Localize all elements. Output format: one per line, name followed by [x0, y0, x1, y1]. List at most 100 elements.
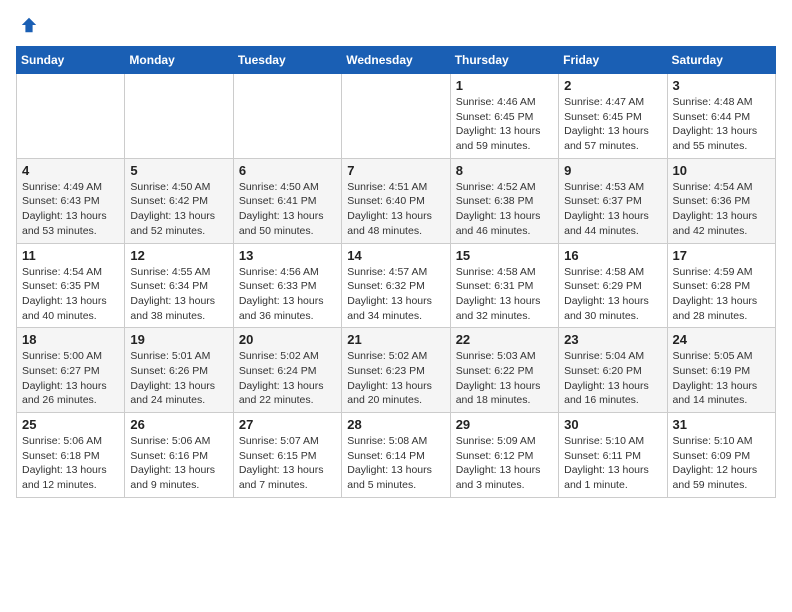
day-info: Sunrise: 4:49 AM Sunset: 6:43 PM Dayligh… — [22, 180, 119, 239]
day-number: 20 — [239, 332, 336, 347]
day-number: 9 — [564, 163, 661, 178]
calendar-header: SundayMondayTuesdayWednesdayThursdayFrid… — [17, 47, 776, 74]
calendar-cell: 7 Sunrise: 4:51 AM Sunset: 6:40 PM Daylig… — [342, 158, 450, 243]
day-info: Sunrise: 4:57 AM Sunset: 6:32 PM Dayligh… — [347, 265, 444, 324]
day-info: Sunrise: 4:50 AM Sunset: 6:41 PM Dayligh… — [239, 180, 336, 239]
calendar-cell: 25Sunrise: 5:06 AM Sunset: 6:18 PM Dayli… — [17, 413, 125, 498]
day-info: Sunrise: 4:58 AM Sunset: 6:31 PM Dayligh… — [456, 265, 553, 324]
day-info: Sunrise: 5:00 AM Sunset: 6:27 PM Dayligh… — [22, 349, 119, 408]
day-number: 25 — [22, 417, 119, 432]
day-info: Sunrise: 4:56 AM Sunset: 6:33 PM Dayligh… — [239, 265, 336, 324]
calendar-cell: 15 Sunrise: 4:58 AM Sunset: 6:31 PM Dayli… — [450, 243, 558, 328]
calendar-cell: 10 Sunrise: 4:54 AM Sunset: 6:36 PM Dayli… — [667, 158, 775, 243]
day-number: 13 — [239, 248, 336, 263]
day-info: Sunrise: 5:09 AM Sunset: 6:12 PM Dayligh… — [456, 434, 553, 493]
day-info: Sunrise: 5:05 AM Sunset: 6:19 PM Dayligh… — [673, 349, 770, 408]
day-number: 26 — [130, 417, 227, 432]
weekday-header-thursday: Thursday — [450, 47, 558, 74]
day-info: Sunrise: 4:52 AM Sunset: 6:38 PM Dayligh… — [456, 180, 553, 239]
day-info: Sunrise: 4:51 AM Sunset: 6:40 PM Dayligh… — [347, 180, 444, 239]
day-info: Sunrise: 5:10 AM Sunset: 6:09 PM Dayligh… — [673, 434, 770, 493]
day-info: Sunrise: 5:02 AM Sunset: 6:24 PM Dayligh… — [239, 349, 336, 408]
day-number: 8 — [456, 163, 553, 178]
calendar-cell: 30Sunrise: 5:10 AM Sunset: 6:11 PM Dayli… — [559, 413, 667, 498]
calendar-cell: 11 Sunrise: 4:54 AM Sunset: 6:35 PM Dayli… — [17, 243, 125, 328]
day-number: 2 — [564, 78, 661, 93]
weekday-header-sunday: Sunday — [17, 47, 125, 74]
calendar-cell: 13 Sunrise: 4:56 AM Sunset: 6:33 PM Dayli… — [233, 243, 341, 328]
weekday-header-monday: Monday — [125, 47, 233, 74]
calendar-cell: 27 Sunrise: 5:07 AM Sunset: 6:15 PM Dayli… — [233, 413, 341, 498]
day-number: 27 — [239, 417, 336, 432]
day-number: 17 — [673, 248, 770, 263]
calendar-cell: 19 Sunrise: 5:01 AM Sunset: 6:26 PM Dayli… — [125, 328, 233, 413]
day-number: 31 — [673, 417, 770, 432]
week-row-5: 25Sunrise: 5:06 AM Sunset: 6:18 PM Dayli… — [17, 413, 776, 498]
calendar-cell: 23 Sunrise: 5:04 AM Sunset: 6:20 PM Dayli… — [559, 328, 667, 413]
logo-icon — [20, 16, 38, 34]
calendar-cell: 18 Sunrise: 5:00 AM Sunset: 6:27 PM Dayli… — [17, 328, 125, 413]
weekday-header-wednesday: Wednesday — [342, 47, 450, 74]
week-row-2: 4 Sunrise: 4:49 AM Sunset: 6:43 PM Daylig… — [17, 158, 776, 243]
calendar-cell: 8 Sunrise: 4:52 AM Sunset: 6:38 PM Daylig… — [450, 158, 558, 243]
calendar-cell: 20 Sunrise: 5:02 AM Sunset: 6:24 PM Dayli… — [233, 328, 341, 413]
day-number: 5 — [130, 163, 227, 178]
day-number: 24 — [673, 332, 770, 347]
calendar-cell: 3 Sunrise: 4:48 AM Sunset: 6:44 PM Daylig… — [667, 74, 775, 159]
day-number: 6 — [239, 163, 336, 178]
calendar-cell: 9 Sunrise: 4:53 AM Sunset: 6:37 PM Daylig… — [559, 158, 667, 243]
calendar-cell: 1 Sunrise: 4:46 AM Sunset: 6:45 PM Daylig… — [450, 74, 558, 159]
calendar-cell: 16Sunrise: 4:58 AM Sunset: 6:29 PM Dayli… — [559, 243, 667, 328]
day-info: Sunrise: 5:02 AM Sunset: 6:23 PM Dayligh… — [347, 349, 444, 408]
day-number: 18 — [22, 332, 119, 347]
calendar-cell: 14 Sunrise: 4:57 AM Sunset: 6:32 PM Dayli… — [342, 243, 450, 328]
day-info: Sunrise: 4:54 AM Sunset: 6:35 PM Dayligh… — [22, 265, 119, 324]
calendar-cell: 21 Sunrise: 5:02 AM Sunset: 6:23 PM Dayli… — [342, 328, 450, 413]
day-info: Sunrise: 4:54 AM Sunset: 6:36 PM Dayligh… — [673, 180, 770, 239]
calendar-cell — [125, 74, 233, 159]
calendar-cell: 28 Sunrise: 5:08 AM Sunset: 6:14 PM Dayli… — [342, 413, 450, 498]
day-number: 30 — [564, 417, 661, 432]
weekday-header-saturday: Saturday — [667, 47, 775, 74]
calendar-cell: 4 Sunrise: 4:49 AM Sunset: 6:43 PM Daylig… — [17, 158, 125, 243]
day-number: 23 — [564, 332, 661, 347]
day-number: 11 — [22, 248, 119, 263]
day-number: 7 — [347, 163, 444, 178]
calendar-cell: 26 Sunrise: 5:06 AM Sunset: 6:16 PM Dayli… — [125, 413, 233, 498]
calendar-cell — [233, 74, 341, 159]
day-number: 15 — [456, 248, 553, 263]
calendar-cell: 5 Sunrise: 4:50 AM Sunset: 6:42 PM Daylig… — [125, 158, 233, 243]
day-number: 21 — [347, 332, 444, 347]
weekday-header-friday: Friday — [559, 47, 667, 74]
week-row-4: 18 Sunrise: 5:00 AM Sunset: 6:27 PM Dayli… — [17, 328, 776, 413]
calendar-cell — [17, 74, 125, 159]
day-number: 28 — [347, 417, 444, 432]
day-info: Sunrise: 4:47 AM Sunset: 6:45 PM Dayligh… — [564, 95, 661, 154]
logo — [16, 16, 38, 34]
day-info: Sunrise: 4:53 AM Sunset: 6:37 PM Dayligh… — [564, 180, 661, 239]
day-info: Sunrise: 4:59 AM Sunset: 6:28 PM Dayligh… — [673, 265, 770, 324]
day-info: Sunrise: 5:08 AM Sunset: 6:14 PM Dayligh… — [347, 434, 444, 493]
day-info: Sunrise: 4:55 AM Sunset: 6:34 PM Dayligh… — [130, 265, 227, 324]
day-info: Sunrise: 5:07 AM Sunset: 6:15 PM Dayligh… — [239, 434, 336, 493]
day-info: Sunrise: 5:06 AM Sunset: 6:16 PM Dayligh… — [130, 434, 227, 493]
day-info: Sunrise: 5:03 AM Sunset: 6:22 PM Dayligh… — [456, 349, 553, 408]
calendar-cell: 29Sunrise: 5:09 AM Sunset: 6:12 PM Dayli… — [450, 413, 558, 498]
weekday-header-tuesday: Tuesday — [233, 47, 341, 74]
day-number: 22 — [456, 332, 553, 347]
calendar-cell: 24 Sunrise: 5:05 AM Sunset: 6:19 PM Dayli… — [667, 328, 775, 413]
day-info: Sunrise: 4:50 AM Sunset: 6:42 PM Dayligh… — [130, 180, 227, 239]
day-info: Sunrise: 5:01 AM Sunset: 6:26 PM Dayligh… — [130, 349, 227, 408]
calendar-table: SundayMondayTuesdayWednesdayThursdayFrid… — [16, 46, 776, 498]
day-info: Sunrise: 5:04 AM Sunset: 6:20 PM Dayligh… — [564, 349, 661, 408]
day-number: 1 — [456, 78, 553, 93]
calendar-cell: 12Sunrise: 4:55 AM Sunset: 6:34 PM Dayli… — [125, 243, 233, 328]
day-info: Sunrise: 4:48 AM Sunset: 6:44 PM Dayligh… — [673, 95, 770, 154]
day-number: 19 — [130, 332, 227, 347]
week-row-1: 1 Sunrise: 4:46 AM Sunset: 6:45 PM Daylig… — [17, 74, 776, 159]
day-number: 10 — [673, 163, 770, 178]
day-info: Sunrise: 4:46 AM Sunset: 6:45 PM Dayligh… — [456, 95, 553, 154]
day-number: 14 — [347, 248, 444, 263]
day-number: 3 — [673, 78, 770, 93]
day-number: 4 — [22, 163, 119, 178]
